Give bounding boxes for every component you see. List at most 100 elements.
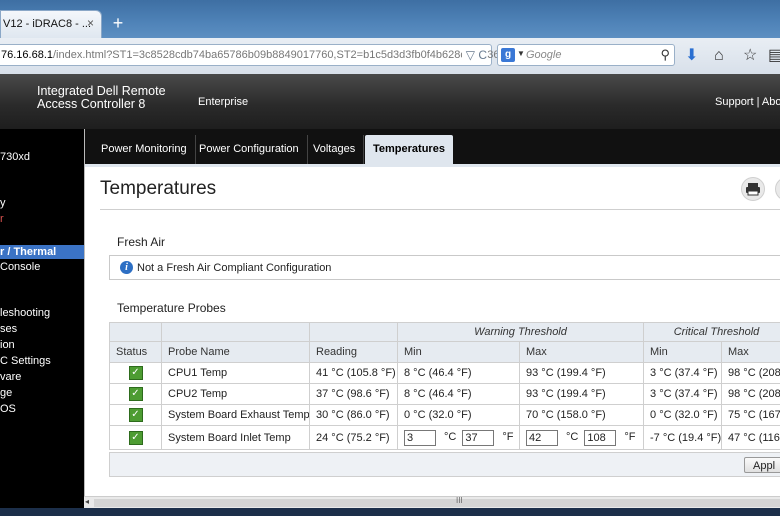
scrollbar-thumb[interactable] bbox=[94, 499, 780, 507]
tab-temperatures[interactable]: Temperatures bbox=[365, 135, 453, 164]
info-icon: i bbox=[120, 261, 133, 274]
probe-reading: 30 °C (86.0 °F) bbox=[309, 404, 398, 426]
sidebar-item-intrusion[interactable]: ion bbox=[0, 339, 15, 351]
critical-min: 3 °C (37.4 °F) bbox=[643, 362, 723, 384]
table-row: ✓ CPU2 Temp 37 °C (98.6 °F) 8 °C (46.4 °… bbox=[109, 383, 780, 405]
warning-min: 8 °C (46.4 °F) bbox=[397, 362, 520, 384]
probe-name: CPU1 Temp bbox=[161, 362, 310, 384]
warning-min-fahrenheit-input[interactable]: 37 bbox=[462, 429, 495, 446]
critical-min: 3 °C (37.4 °F) bbox=[643, 383, 723, 405]
browser-tab[interactable]: V12 - iDRAC8 - ... × bbox=[0, 10, 102, 38]
critical-max: 75 °C (167.0 bbox=[721, 404, 780, 426]
apply-button[interactable]: Appl bbox=[744, 457, 780, 473]
search-engine-icon[interactable]: g bbox=[501, 48, 515, 62]
new-tab-button[interactable]: + bbox=[108, 14, 128, 34]
probe-reading: 41 °C (105.8 °F) bbox=[309, 362, 398, 384]
taskbar bbox=[0, 508, 780, 516]
critical-max: 47 °C (116.6 bbox=[721, 425, 780, 450]
column-header: Min bbox=[397, 341, 520, 363]
server-name: 730xd bbox=[0, 151, 30, 163]
tab-underline bbox=[85, 164, 780, 167]
table-row: ✓ System Board Exhaust Temp 30 °C (86.0 … bbox=[109, 404, 780, 426]
refresh-icon[interactable] bbox=[775, 177, 780, 201]
warning-max: 93 °C (199.4 °F) bbox=[518, 362, 645, 384]
tab-bar: Power Monitoring Power Configuration Vol… bbox=[85, 129, 780, 164]
sidebar-item-storage[interactable]: ge bbox=[0, 387, 12, 399]
table-header-row: Status Probe Name Reading Min Max Min Ma… bbox=[109, 341, 780, 363]
search-bar[interactable]: g ▼ Google ⚲ bbox=[497, 44, 675, 66]
download-icon[interactable]: ⬇ bbox=[685, 48, 698, 64]
browser-tab-title: V12 - iDRAC8 - ... bbox=[3, 18, 92, 30]
probe-reading: 37 °C (98.6 °F) bbox=[309, 383, 398, 405]
print-icon[interactable] bbox=[741, 177, 765, 201]
critical-max: 98 °C (208.4 bbox=[721, 383, 780, 405]
main-content: Power Monitoring Power Configuration Vol… bbox=[84, 129, 780, 496]
header-links[interactable]: Support | Abo bbox=[715, 96, 780, 108]
scroll-left-icon[interactable]: ◂ bbox=[85, 497, 89, 506]
sidebar-item-alerts[interactable]: r bbox=[0, 213, 4, 225]
app-header: Integrated Dell Remote Access Controller… bbox=[0, 74, 780, 129]
probe-name: System Board Exhaust Temp bbox=[161, 404, 310, 426]
browser-navbar: 76.16.68.1/index.html?ST1=3c8528cdb74ba6… bbox=[0, 38, 780, 75]
fahrenheit-unit: °F bbox=[502, 431, 514, 444]
warning-min-editor: 3 °C 37 °F bbox=[397, 425, 520, 450]
column-header: Status bbox=[109, 341, 162, 363]
warning-max-fahrenheit-input[interactable]: 108 bbox=[584, 429, 617, 446]
status-ok-icon: ✓ bbox=[128, 366, 143, 380]
fresh-air-notice: i Not a Fresh Air Compliant Configuratio… bbox=[109, 255, 780, 280]
sidebar-item-overview[interactable]: y bbox=[0, 197, 6, 209]
column-header: Reading bbox=[309, 341, 398, 363]
url-text: 76.16.68.1/index.html?ST1=3c8528cdb74ba6… bbox=[1, 49, 537, 61]
warning-max-celsius-input[interactable]: 42 bbox=[526, 429, 558, 446]
search-icon[interactable]: ⚲ bbox=[660, 47, 670, 63]
column-header: Min bbox=[643, 341, 723, 363]
critical-max: 98 °C (208.4 bbox=[721, 362, 780, 384]
sidebar-item-console[interactable]: Console bbox=[0, 261, 40, 273]
tab-voltages[interactable]: Voltages bbox=[305, 135, 365, 164]
warning-max: 93 °C (199.4 °F) bbox=[518, 383, 645, 405]
reload-icon[interactable]: ▽ C bbox=[461, 48, 487, 62]
table-row: ✓ CPU1 Temp 41 °C (105.8 °F) 8 °C (46.4 … bbox=[109, 362, 780, 384]
sidebar-item-power-thermal[interactable]: r / Thermal bbox=[0, 245, 84, 259]
fresh-air-notice-text: Not a Fresh Air Compliant Configuration bbox=[137, 262, 332, 274]
apply-bar: Appl bbox=[109, 452, 780, 477]
brand-title: Integrated Dell Remote Access Controller… bbox=[37, 84, 166, 111]
critical-min: -7 °C (19.4 °F) bbox=[643, 425, 723, 450]
divider bbox=[100, 209, 780, 210]
column-header: Probe Name bbox=[161, 341, 310, 363]
home-icon[interactable]: ⌂ bbox=[714, 48, 724, 64]
probes-title: Temperature Probes bbox=[117, 301, 226, 315]
table-group-header: Warning Threshold Critical Threshold bbox=[109, 322, 780, 342]
bookmark-star-icon[interactable]: ☆ bbox=[743, 48, 757, 64]
warning-min: 0 °C (32.0 °F) bbox=[397, 404, 520, 426]
chevron-down-icon[interactable]: ▼ bbox=[517, 49, 525, 58]
probe-reading: 24 °C (75.2 °F) bbox=[309, 425, 398, 450]
address-bar[interactable]: 76.16.68.1/index.html?ST1=3c8528cdb74ba6… bbox=[0, 44, 536, 66]
scrollbar-grip: III bbox=[456, 496, 463, 505]
sidebar-item-host-os[interactable]: OS bbox=[0, 403, 16, 415]
search-input[interactable]: Google bbox=[526, 49, 561, 61]
column-header: Max bbox=[721, 341, 780, 363]
celsius-unit: °C bbox=[444, 431, 457, 444]
temperature-probes-table: Warning Threshold Critical Threshold Sta… bbox=[109, 322, 780, 450]
tab-power-configuration[interactable]: Power Configuration bbox=[191, 135, 308, 164]
sidebar-item-troubleshooting[interactable]: leshooting bbox=[0, 307, 50, 319]
sidebar-item-idrac-settings[interactable]: C Settings bbox=[0, 355, 51, 367]
sidebar: 730xd y r r / Thermal Console leshooting… bbox=[0, 129, 84, 516]
critical-min: 0 °C (32.0 °F) bbox=[643, 404, 723, 426]
warning-min-celsius-input[interactable]: 3 bbox=[404, 429, 436, 446]
warning-threshold-header: Warning Threshold bbox=[396, 322, 645, 342]
page-title: Temperatures bbox=[100, 178, 217, 199]
sidebar-item-hardware[interactable]: vare bbox=[0, 371, 21, 383]
bookmarks-icon[interactable]: ▤ bbox=[768, 48, 780, 64]
probe-name: System Board Inlet Temp bbox=[161, 425, 310, 450]
fahrenheit-unit: °F bbox=[624, 431, 636, 444]
status-ok-icon: ✓ bbox=[128, 387, 143, 401]
sidebar-item-licenses[interactable]: ses bbox=[0, 323, 17, 335]
edition-label: Enterprise bbox=[198, 96, 249, 108]
close-icon[interactable]: × bbox=[87, 16, 94, 30]
warning-max: 70 °C (158.0 °F) bbox=[518, 404, 645, 426]
warning-min: 8 °C (46.4 °F) bbox=[397, 383, 520, 405]
column-header: Max bbox=[518, 341, 645, 363]
tab-power-monitoring[interactable]: Power Monitoring bbox=[93, 135, 196, 164]
